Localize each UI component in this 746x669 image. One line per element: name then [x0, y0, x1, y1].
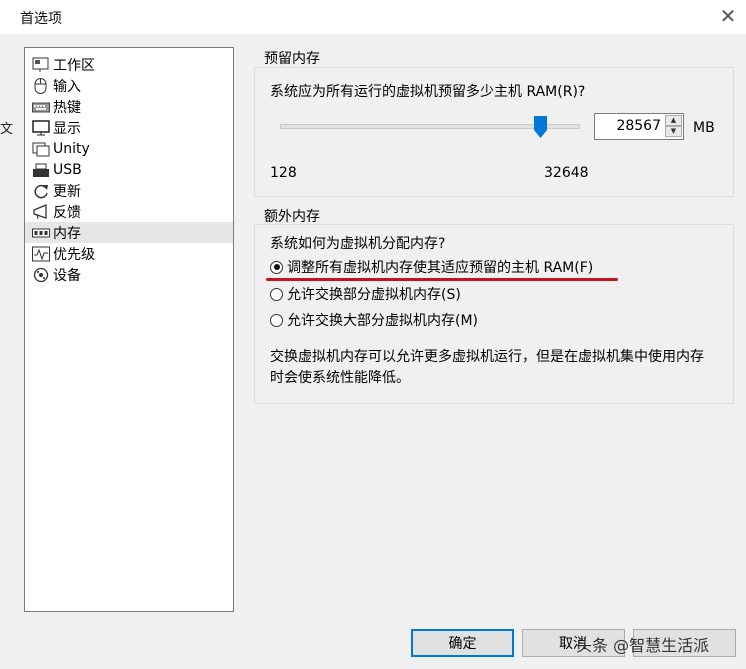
slider-min-label: 128	[270, 165, 297, 181]
nav-item-input[interactable]: 输入	[25, 75, 233, 96]
nav-item-hotkeys[interactable]: 热键	[25, 96, 233, 117]
slider-max-label: 32648	[544, 165, 589, 181]
swap-note: 交换虚拟机内存可以允许更多虚拟机运行，但是在虚拟机集中使用内存时会使系统性能降低…	[270, 349, 704, 386]
window-title: 首选项	[20, 11, 62, 27]
memory-icon	[32, 225, 50, 241]
memory-unit-label: MB	[693, 120, 715, 136]
close-icon[interactable]: ✕	[717, 5, 739, 27]
workspace-icon	[32, 57, 50, 73]
radio-swap-some[interactable]: 允许交换部分虚拟机内存(S)	[270, 284, 630, 304]
radio-label: 允许交换部分虚拟机内存(S)	[287, 287, 461, 303]
nav-item-usb[interactable]: USB	[25, 159, 233, 180]
unity-icon	[32, 141, 50, 157]
memory-amount-stepper[interactable]: 28567 ▲ ▼	[594, 113, 684, 140]
nav-item-workspace[interactable]: 工作区	[25, 54, 233, 75]
device-icon	[32, 267, 50, 283]
nav-item-memory[interactable]: 内存	[25, 222, 233, 243]
memory-slider-thumb[interactable]	[534, 116, 548, 138]
nav-item-label: 热键	[53, 99, 81, 116]
reserved-memory-title: 预留内存	[264, 51, 320, 67]
nav-item-devices[interactable]: 设备	[25, 264, 233, 285]
reserved-memory-question: 系统应为所有运行的虚拟机预留多少主机 RAM(R)?	[270, 84, 586, 100]
usb-icon	[32, 162, 50, 178]
nav-item-display[interactable]: 显示	[25, 117, 233, 138]
nav-item-priority[interactable]: 优先级	[25, 243, 233, 264]
ok-button[interactable]: 确定	[411, 629, 514, 657]
stepper-buttons: ▲ ▼	[665, 115, 682, 138]
feedback-icon	[32, 203, 50, 220]
watermark: 头条 @智慧生活派	[576, 636, 710, 655]
radio-unchecked-icon[interactable]	[270, 287, 283, 301]
nav-item-feedback[interactable]: 反馈	[25, 201, 233, 222]
radio-swap-most[interactable]: 允许交换大部分虚拟机内存(M)	[270, 310, 630, 330]
increment-icon[interactable]: ▲	[665, 115, 682, 126]
radio-label: 调整所有虚拟机内存使其适应预留的主机 RAM(F)	[287, 260, 594, 276]
nav-item-label: Unity	[53, 140, 90, 157]
radio-checked-icon[interactable]	[270, 260, 283, 274]
nav-item-unity[interactable]: Unity	[25, 138, 233, 159]
memory-amount-value[interactable]: 28567	[616, 118, 661, 134]
nav-item-update[interactable]: 更新	[25, 180, 233, 201]
radio-unchecked-icon[interactable]	[270, 313, 283, 327]
title-bar: 首选项 ✕	[0, 0, 746, 34]
mouse-icon	[32, 77, 50, 94]
nav-item-label: 内存	[53, 225, 81, 242]
preferences-nav: 工作区 输入 热键 显示 Unity USB 更新 反馈 内存 优先级 设备	[24, 47, 234, 612]
extra-memory-title: 额外内存	[264, 209, 320, 225]
radio-fit-reserved-ram[interactable]: 调整所有虚拟机内存使其适应预留的主机 RAM(F)	[270, 257, 630, 277]
nav-item-label: 显示	[53, 120, 81, 137]
monitor-icon	[32, 119, 50, 136]
refresh-icon	[32, 183, 50, 199]
nav-item-label: 设备	[53, 267, 81, 284]
nav-item-label: USB	[53, 161, 82, 178]
extra-memory-question: 系统如何为虚拟机分配内存?	[270, 236, 446, 252]
decrement-icon[interactable]: ▼	[665, 126, 682, 137]
background-text-fragment: 文	[0, 122, 14, 137]
nav-item-label: 工作区	[53, 57, 95, 74]
annotation-underline	[266, 278, 618, 281]
keyboard-icon	[32, 99, 50, 115]
nav-item-label: 优先级	[53, 246, 95, 263]
nav-item-label: 反馈	[53, 204, 81, 221]
priority-icon	[32, 246, 50, 262]
radio-label: 允许交换大部分虚拟机内存(M)	[287, 313, 479, 329]
nav-item-label: 输入	[53, 78, 81, 95]
nav-item-label: 更新	[53, 183, 81, 200]
